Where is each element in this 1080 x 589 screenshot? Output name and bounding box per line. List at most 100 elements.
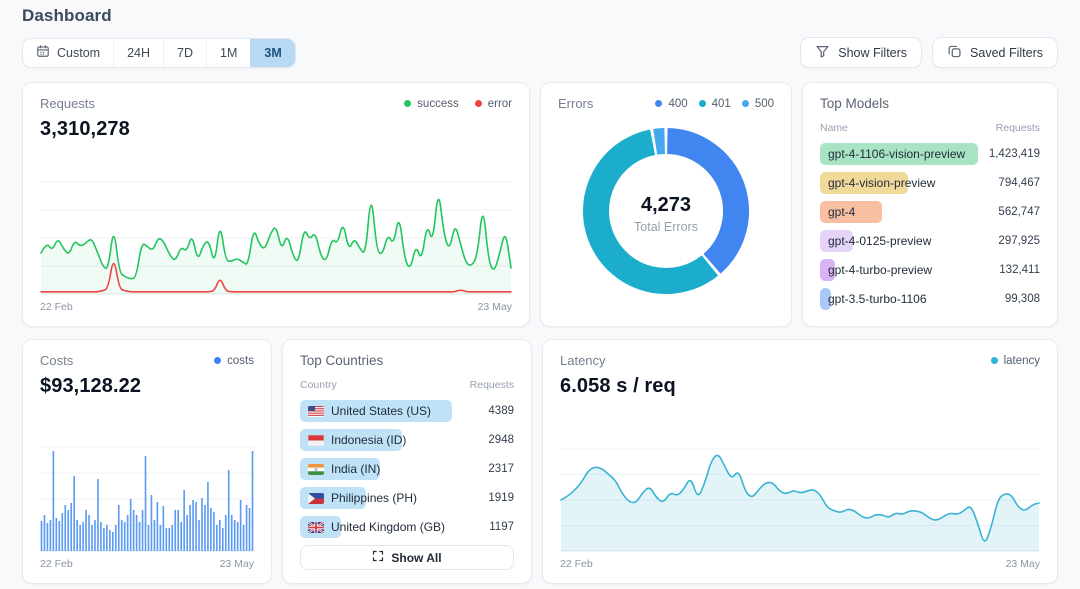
row-label: gpt-4-turbo-preview	[820, 259, 978, 281]
row-name: gpt-4-0125-preview	[828, 230, 931, 252]
legend-label: 400	[668, 98, 687, 110]
range-24h[interactable]: 24H	[113, 39, 163, 67]
legend-item-success: success	[404, 98, 459, 110]
legend-item-costs: costs	[214, 355, 254, 367]
models-col-name: Name	[820, 122, 848, 134]
row-bar-cell: gpt-4-1106-vision-preview	[820, 143, 978, 165]
row-bar-cell: United Kingdom (GB)	[300, 516, 452, 538]
latency-total-value: 6.058 s / req	[560, 375, 1040, 398]
legend-item-error: error	[475, 98, 512, 110]
row-bar-cell: gpt-4-vision-preview	[820, 172, 978, 194]
toolbar-right: Show Filters Saved Filters	[800, 37, 1058, 68]
range-7d[interactable]: 7D	[163, 39, 206, 67]
requests-axis-end: 23 May	[478, 301, 512, 313]
row-value: 562,747	[988, 206, 1040, 218]
row-value: 99,308	[988, 293, 1040, 305]
errors-donut-center: 4,273 Total Errors	[578, 123, 754, 304]
row-name: gpt-4-1106-vision-preview	[828, 143, 965, 165]
saved-filters-button[interactable]: Saved Filters	[932, 37, 1058, 68]
row-value: 2317	[462, 463, 514, 475]
row-label: United States (US)	[300, 400, 452, 422]
table-row: gpt-4-1106-vision-preview 1,423,419	[820, 143, 1040, 165]
costs-axis-start: 22 Feb	[40, 558, 73, 570]
legend-label: costs	[227, 355, 254, 367]
flag-gb-icon	[308, 522, 324, 533]
latency-axis-start: 22 Feb	[560, 558, 593, 570]
errors-donut: 4,273 Total Errors	[578, 123, 754, 304]
row-value: 297,925	[988, 235, 1040, 247]
row-bar-cell: gpt-4-turbo-preview	[820, 259, 978, 281]
range-label: 7D	[177, 46, 193, 60]
range-1m[interactable]: 1M	[206, 39, 250, 67]
row-name: gpt-4-turbo-preview	[828, 259, 932, 281]
requests-total-value: 3,310,278	[40, 118, 512, 141]
row-bar-cell: India (IN)	[300, 458, 452, 480]
row-label: gpt-4-vision-preview	[820, 172, 978, 194]
row-label: gpt-4-0125-preview	[820, 230, 978, 252]
range-label: 3M	[264, 46, 281, 60]
requests-axis-start: 22 Feb	[40, 301, 73, 313]
show-all-button[interactable]: Show All	[300, 545, 514, 570]
table-row: gpt-4-turbo-preview 132,411	[820, 259, 1040, 281]
errors-card-title: Errors	[558, 96, 593, 111]
errors-card: Errors 400 401 500 4,273 Total Errors	[540, 82, 792, 327]
range-label: Custom	[57, 46, 100, 60]
range-3m[interactable]: 3M	[250, 39, 294, 67]
legend-item-500: 500	[742, 98, 774, 110]
requests-card: Requests successerror 3,310,278 22 Feb 2…	[22, 82, 530, 327]
costs-axis-end: 23 May	[220, 558, 254, 570]
models-col-requests: Requests	[996, 122, 1040, 134]
show-filters-button[interactable]: Show Filters	[800, 37, 922, 68]
row-name: gpt-4	[828, 201, 855, 223]
table-row: Philippines (PH)1919	[300, 487, 514, 509]
costs-card-title: Costs	[40, 353, 73, 368]
row-value: 132,411	[988, 264, 1040, 276]
row-name: gpt-4-vision-preview	[828, 172, 935, 194]
row-bar-cell: Philippines (PH)	[300, 487, 452, 509]
requests-legend: success error	[404, 98, 512, 110]
expand-icon	[372, 550, 384, 565]
legend-item-401: 401	[699, 98, 731, 110]
row-value: 794,467	[988, 177, 1040, 189]
countries-col-requests: Requests	[470, 379, 514, 391]
row-label: gpt-4	[820, 201, 978, 223]
row-name: India (IN)	[331, 458, 380, 480]
row-bar-cell: gpt-4-0125-preview	[820, 230, 978, 252]
table-row: gpt-4-vision-preview 794,467	[820, 172, 1040, 194]
saved-filters-label: Saved Filters	[970, 46, 1043, 60]
legend-label: 401	[712, 98, 731, 110]
latency-chart	[560, 445, 1040, 553]
legend-label: latency	[1004, 355, 1040, 367]
flag-ph-icon	[308, 493, 324, 504]
legend-label: success	[417, 98, 459, 110]
top-countries-title: Top Countries	[300, 353, 514, 368]
total-errors-label: Total Errors	[634, 220, 698, 234]
legend-dot	[699, 100, 706, 107]
errors-legend: 400 401 500	[655, 98, 774, 110]
row-name: Indonesia (ID)	[331, 429, 406, 451]
flag-us-icon	[308, 406, 324, 417]
total-errors-value: 4,273	[641, 194, 691, 217]
row-value: 1,423,419	[988, 148, 1040, 160]
country-rows: United States (US) 4389 Indonesia (ID) 2948…	[300, 400, 514, 545]
row-label: India (IN)	[300, 458, 452, 480]
top-models-card: Top Models Name Requests gpt-4-1106-visi…	[802, 82, 1058, 327]
model-rows: gpt-4-1106-vision-preview1,423,419gpt-4-…	[820, 143, 1040, 317]
row-value: 2948	[462, 434, 514, 446]
top-countries-card: Top Countries Country Requests United St…	[282, 339, 532, 584]
latency-legend: latency	[991, 355, 1040, 367]
page-title: Dashboard	[22, 6, 1058, 26]
row-label: United Kingdom (GB)	[300, 516, 452, 538]
table-row: gpt-4 562,747	[820, 201, 1040, 223]
table-row: gpt-3.5-turbo-1106 99,308	[820, 288, 1040, 310]
range-custom[interactable]: Custom	[23, 39, 113, 67]
costs-chart	[40, 443, 254, 553]
legend-label: 500	[755, 98, 774, 110]
row-bar-cell: gpt-3.5-turbo-1106	[820, 288, 978, 310]
requests-chart	[40, 178, 512, 296]
range-label: 1M	[220, 46, 237, 60]
legend-item-latency: latency	[991, 355, 1040, 367]
range-label: 24H	[127, 46, 150, 60]
row-value: 4389	[462, 405, 514, 417]
legend-item-400: 400	[655, 98, 687, 110]
